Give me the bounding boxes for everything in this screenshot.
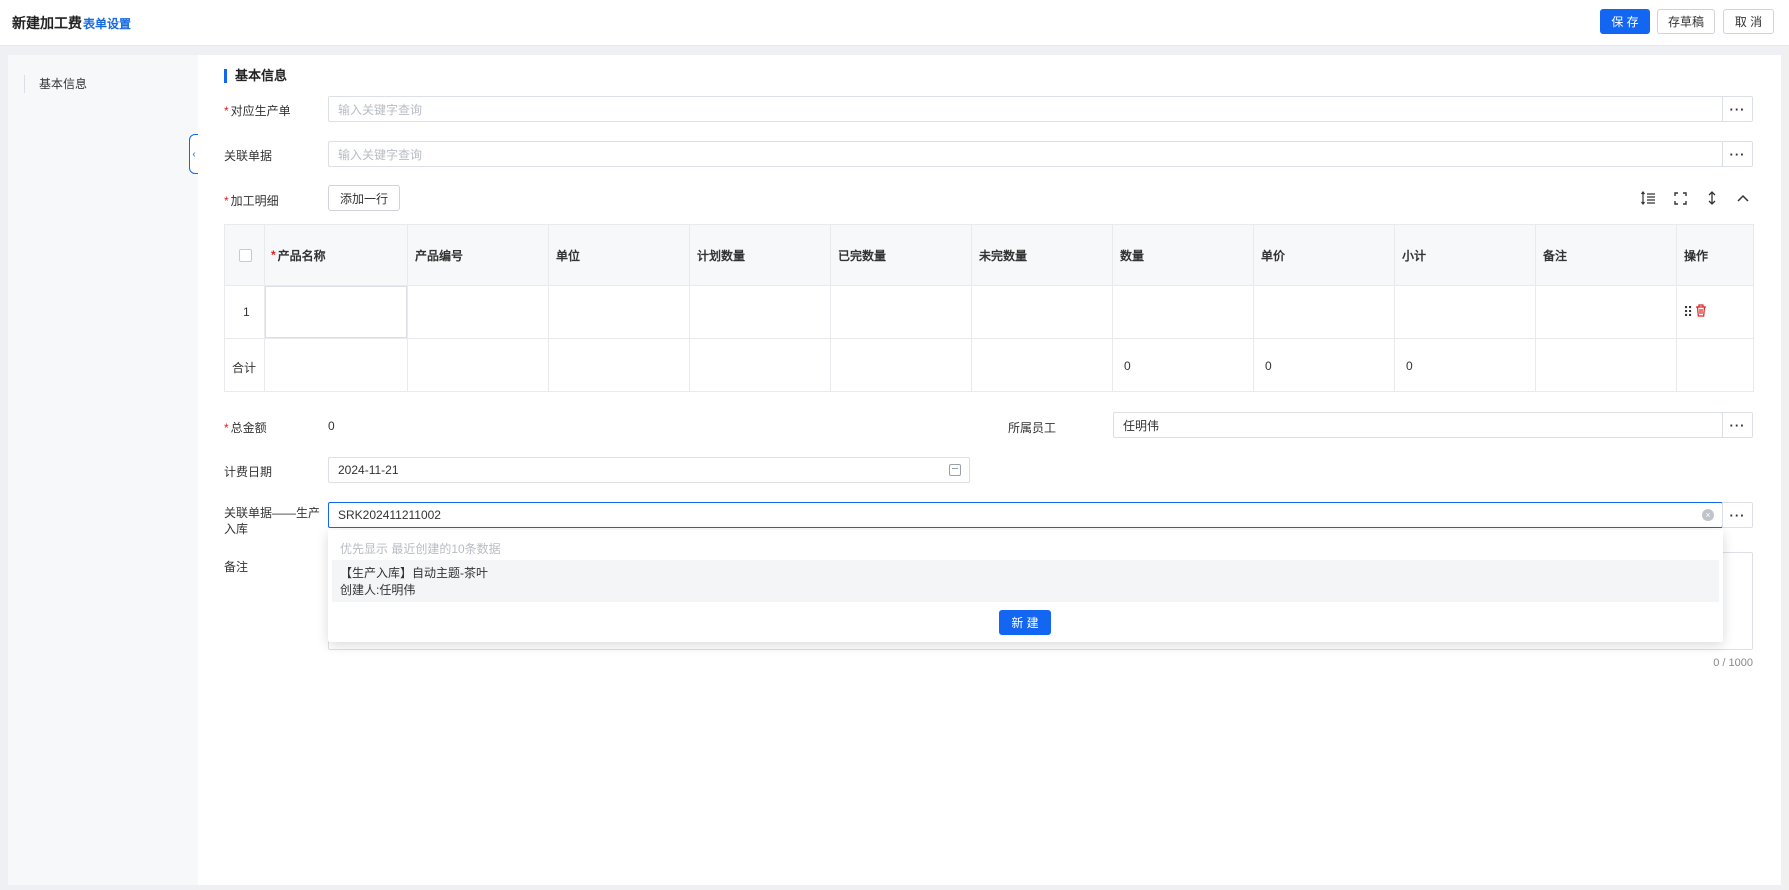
save-draft-button[interactable]: 存草稿 [1657, 9, 1715, 34]
production-order-label: * 对应生产单 [224, 104, 291, 118]
divider [971, 225, 972, 391]
cancel-button[interactable]: 取 消 [1723, 9, 1774, 34]
more-icon: ··· [1729, 507, 1746, 523]
dropdown-hint: 优先显示 最近创建的10条数据 [340, 542, 501, 556]
related-doc-input[interactable]: 输入关键字查询 [328, 141, 1723, 167]
production-order-more-button[interactable]: ··· [1722, 96, 1753, 122]
main-form: 基本信息 * 对应生产单 输入关键字查询 ··· 关联单据 输入关键字查询 ···… [198, 55, 1781, 885]
billing-date-label: 计费日期 [224, 465, 273, 479]
vertical-expand-icon[interactable] [1703, 189, 1721, 207]
calendar-icon [949, 464, 961, 476]
page-scrollbar[interactable] [1781, 46, 1789, 890]
divider [1112, 225, 1113, 391]
divider [689, 225, 690, 391]
divider [407, 225, 408, 391]
divider [830, 225, 831, 391]
column-header-actions: 操作 [1684, 248, 1709, 263]
employee-label: 所属员工 [1008, 421, 1057, 435]
related-inbound-label: 关联单据——生产 入库 [224, 506, 321, 536]
top-bar: 新建加工费 表单设置 保 存 存草稿 取 消 [0, 0, 1789, 46]
divider [225, 285, 1753, 286]
required-mark: * [224, 194, 229, 208]
divider [1253, 225, 1254, 391]
required-mark: * [224, 421, 229, 435]
column-header-planned-qty: 计划数量 [697, 248, 746, 263]
form-settings-link[interactable]: 表单设置 [83, 15, 131, 32]
related-doc-label: 关联单据 [224, 149, 273, 163]
save-button[interactable]: 保 存 [1600, 9, 1650, 34]
employee-more-button[interactable]: ··· [1722, 412, 1753, 438]
column-header-product-name: * 产品名称 [271, 248, 326, 263]
detail-table: * 产品名称 产品编号 单位 计划数量 已完数量 未完数量 数量 单价 小计 备注… [224, 224, 1754, 392]
divider [548, 225, 549, 391]
section-title: 基本信息 [224, 69, 287, 83]
related-doc-more-button[interactable]: ··· [1722, 141, 1753, 167]
chevron-left-icon: ‹ [192, 148, 196, 160]
divider [1394, 225, 1395, 391]
remark-label: 备注 [224, 560, 249, 574]
total-amount-value: 0 [328, 419, 335, 433]
column-header-remark: 备注 [1543, 248, 1568, 263]
divider [1676, 225, 1677, 391]
production-order-input[interactable]: 输入关键字查询 [328, 96, 1723, 122]
sidebar-item-basic-info[interactable]: 基本信息 [24, 75, 87, 93]
option-title: 【生产入库】自动主题-茶叶 [340, 566, 488, 580]
add-row-button[interactable]: 添加一行 [328, 185, 400, 211]
more-icon: ··· [1729, 101, 1746, 117]
column-header-unit: 单位 [556, 248, 581, 263]
related-inbound-input[interactable]: SRK202411211002 × [328, 502, 1723, 528]
fullscreen-icon[interactable] [1671, 189, 1689, 207]
column-header-quantity: 数量 [1120, 248, 1145, 263]
total-row-label: 合计 [232, 361, 257, 375]
required-mark: * [224, 104, 229, 118]
option-creator: 创建人:任明伟 [340, 583, 416, 597]
column-header-undone-qty: 未完数量 [979, 248, 1028, 263]
row-index: 1 [243, 305, 250, 319]
select-all-checkbox[interactable] [239, 249, 252, 262]
divider [225, 338, 1753, 339]
trash-icon[interactable] [1695, 304, 1707, 320]
total-amount-label: * 总金额 [224, 421, 267, 435]
column-header-unit-price: 单价 [1261, 248, 1286, 263]
product-name-cell-input[interactable] [265, 286, 407, 338]
billing-date-picker[interactable]: 2024-11-21 [328, 457, 970, 483]
sidebar: 基本信息 [8, 55, 198, 885]
dropdown-option[interactable]: 【生产入库】自动主题-茶叶 创建人:任明伟 [332, 560, 1719, 602]
drag-handle-icon[interactable]: ⠿ [1683, 304, 1693, 321]
column-header-done-qty: 已完数量 [838, 248, 887, 263]
total-unit-price: 0 [1265, 359, 1272, 373]
page-title: 新建加工费 [12, 15, 82, 31]
more-icon: ··· [1729, 146, 1746, 162]
detail-label: * 加工明细 [224, 194, 279, 208]
new-record-button[interactable]: 新 建 [999, 610, 1051, 635]
total-quantity: 0 [1124, 359, 1131, 373]
clear-icon[interactable]: × [1702, 509, 1714, 521]
divider [1535, 225, 1536, 391]
related-inbound-dropdown: 优先显示 最近创建的10条数据 【生产入库】自动主题-茶叶 创建人:任明伟 新 … [328, 530, 1723, 642]
row-height-icon[interactable] [1639, 189, 1657, 207]
chevron-up-icon[interactable] [1734, 189, 1752, 207]
related-inbound-more-button[interactable]: ··· [1722, 502, 1753, 528]
more-icon: ··· [1729, 417, 1746, 433]
remark-char-counter: 0 / 1000 [1713, 657, 1753, 669]
total-subtotal: 0 [1406, 359, 1413, 373]
column-header-subtotal: 小计 [1402, 248, 1427, 263]
employee-input[interactable]: 任明伟 [1113, 412, 1723, 438]
column-header-product-code: 产品编号 [415, 248, 464, 263]
